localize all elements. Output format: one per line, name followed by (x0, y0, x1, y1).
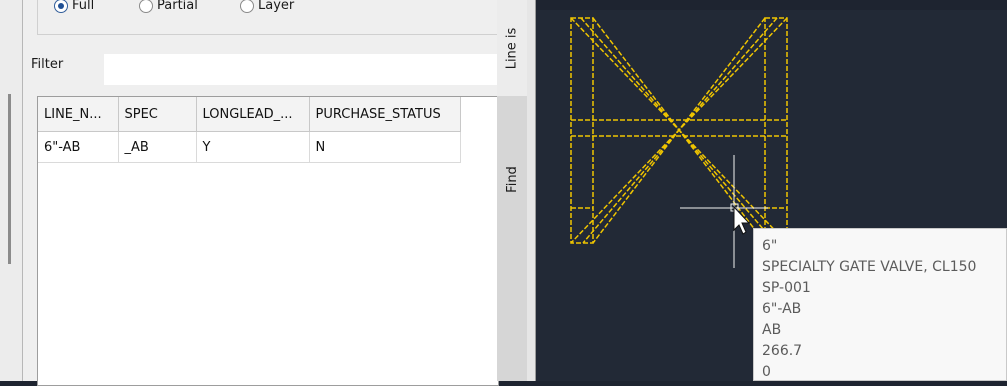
cell-spec[interactable]: _AB (118, 131, 197, 163)
radio-layer-label: Layer (258, 0, 295, 13)
col-purchase-status[interactable]: PURCHASE_STATUS (309, 97, 461, 132)
table-row[interactable]: 6"-AB _AB Y N (38, 131, 461, 163)
tooltip-item-code: SP-001 (762, 280, 811, 296)
tab-line-list[interactable]: Line is (497, 0, 528, 96)
tooltip-value: 266.7 (762, 343, 803, 359)
gate-valve-wireframe (570, 17, 788, 244)
vertical-tab-bar: Line is Find (497, 0, 528, 381)
radio-full-indicator (54, 0, 68, 13)
radio-partial[interactable]: Partial (139, 0, 198, 13)
radio-partial-indicator (139, 0, 153, 13)
results-table: LINE_N... SPEC LONGLEAD_... PURCHASE_STA… (37, 96, 499, 386)
left-flange (570, 17, 594, 244)
col-spec[interactable]: SPEC (118, 97, 197, 132)
filter-label: Filter (31, 57, 64, 72)
cell-purchase-status[interactable]: N (309, 131, 461, 163)
left-inner-wing (580, 17, 680, 244)
col-line-number[interactable]: LINE_N... (38, 97, 119, 132)
tooltip-extra: 0 (762, 364, 771, 380)
filter-input[interactable] (104, 54, 497, 85)
radio-layer[interactable]: Layer (240, 0, 294, 13)
splitter-handle[interactable] (8, 94, 11, 264)
right-inner-wing (678, 17, 778, 244)
radio-partial-label: Partial (157, 0, 198, 13)
panel-divider[interactable] (527, 0, 536, 381)
object-tooltip: 6" SPECIALTY GATE VALVE, CL150 SP-001 6"… (753, 228, 1007, 381)
col-longlead[interactable]: LONGLEAD_... (196, 97, 310, 132)
cell-longlead[interactable]: Y (196, 131, 310, 163)
left-edge-strip (0, 0, 23, 381)
right-flange (764, 17, 788, 244)
tab-find-label: Find (504, 166, 520, 193)
tooltip-description: SPECIALTY GATE VALVE, CL150 (762, 259, 977, 275)
radio-full-label: Full (72, 0, 95, 13)
properties-panel: Full Partial Layer Filter LINE_N... SPEC (23, 0, 519, 386)
tooltip-line: 6"-AB (762, 301, 802, 317)
tooltip-spec: AB (762, 322, 782, 338)
cell-line-number[interactable]: 6"-AB (38, 131, 119, 163)
table-header-row: LINE_N... SPEC LONGLEAD_... PURCHASE_STA… (38, 97, 461, 132)
display-mode-group: Full Partial Layer (37, 0, 519, 35)
tooltip-size: 6" (762, 238, 778, 254)
arrow-cursor-icon (733, 205, 751, 235)
tab-find[interactable]: Find (497, 98, 528, 261)
results-grid: LINE_N... SPEC LONGLEAD_... PURCHASE_STA… (38, 97, 461, 163)
tab-line-list-label: Line is (504, 27, 520, 69)
radio-layer-indicator (240, 0, 254, 13)
left-upper-wing (570, 17, 680, 244)
radio-full[interactable]: Full (54, 0, 94, 13)
left-lower-wing (570, 17, 680, 244)
right-upper-wing (678, 17, 788, 244)
right-lower-wing (678, 17, 788, 244)
